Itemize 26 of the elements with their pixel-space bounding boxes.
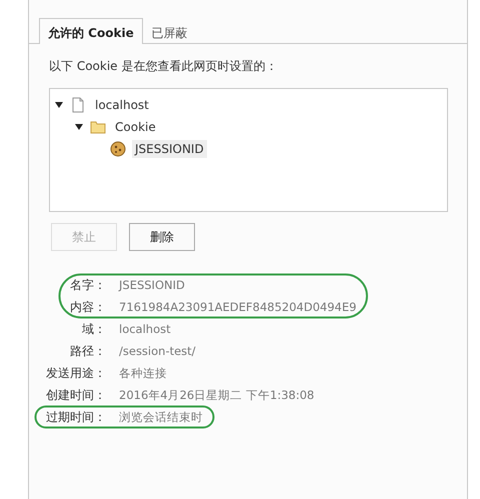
detail-label: 路径： <box>70 343 106 359</box>
detail-value: /session-test/ <box>119 343 196 359</box>
detail-label: 过期时间： <box>46 409 106 425</box>
detail-value: 浏览会话结束时 <box>119 409 203 425</box>
detail-label: 内容： <box>70 299 106 315</box>
tree-item[interactable]: Cookie <box>112 118 159 136</box>
cookie-icon <box>110 141 126 157</box>
detail-label: 发送用途： <box>46 365 106 381</box>
tree-item[interactable]: localhost <box>92 96 152 114</box>
tab[interactable]: 允许的 Cookie <box>39 18 143 44</box>
button[interactable]: 删除 <box>129 223 195 251</box>
detail-label: 名字： <box>70 277 106 293</box>
detail-label: 域： <box>82 321 106 337</box>
expand-arrow-icon[interactable] <box>54 101 64 109</box>
folder-icon <box>90 119 106 135</box>
tree-item[interactable]: JSESSIONID <box>132 140 207 158</box>
detail-value: JSESSIONID <box>119 277 185 293</box>
detail-value: 各种连接 <box>119 365 167 381</box>
detail-value: localhost <box>119 321 171 337</box>
tab[interactable]: 已屏蔽 <box>142 18 197 43</box>
page-icon <box>70 97 86 113</box>
detail-value: 2016年4月26日星期二 下午1:38:08 <box>119 387 314 403</box>
detail-label: 创建时间： <box>46 387 106 403</box>
intro-text: 以下 Cookie 是在您查看此网页时设置的： <box>49 58 278 75</box>
detail-value: 7161984A23091AEDEF8485204D0494E9 <box>119 299 356 315</box>
expand-arrow-icon[interactable] <box>74 123 84 131</box>
